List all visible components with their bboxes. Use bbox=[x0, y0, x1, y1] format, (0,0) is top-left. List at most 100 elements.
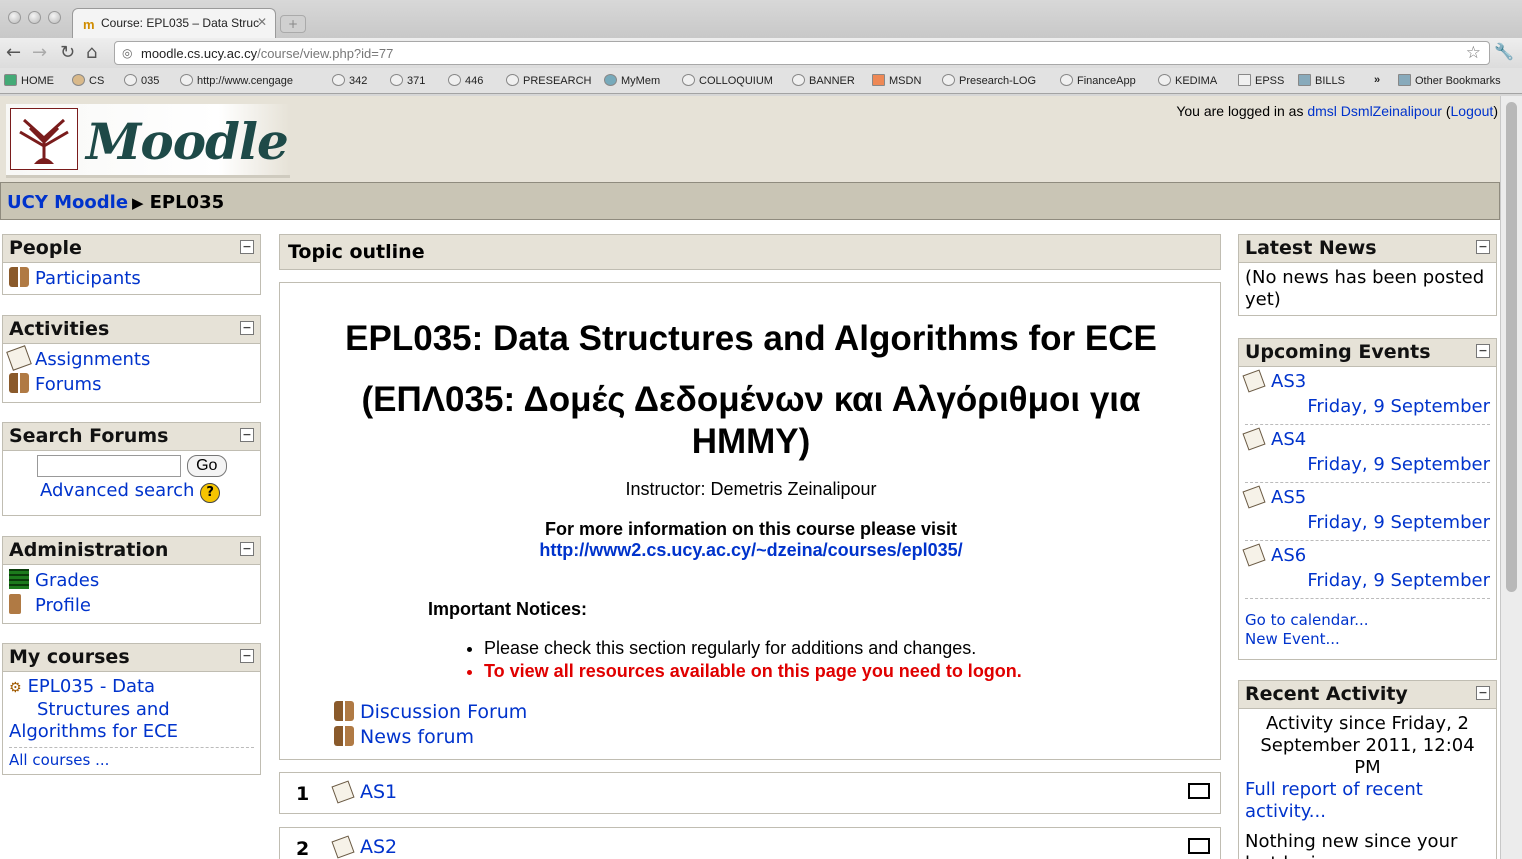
go-button[interactable]: Go bbox=[186, 455, 227, 477]
moodle-logo[interactable]: Moodle bbox=[6, 104, 290, 178]
forum-icon bbox=[334, 701, 354, 721]
event-link[interactable]: AS5 bbox=[1271, 487, 1306, 508]
all-courses-link[interactable]: All courses ... bbox=[9, 751, 109, 769]
forward-icon[interactable]: → bbox=[32, 42, 47, 63]
bookmark-035[interactable]: 035 bbox=[124, 74, 159, 87]
show-only-section-icon[interactable] bbox=[1188, 838, 1210, 854]
assignments-link[interactable]: Assignments bbox=[35, 349, 150, 370]
collapse-icon[interactable]: − bbox=[240, 542, 254, 556]
bookmark-446[interactable]: 446 bbox=[448, 74, 483, 87]
notices-title: Important Notices: bbox=[428, 599, 588, 619]
instructor: Instructor: Demetris Zeinalipour bbox=[625, 479, 877, 499]
collapse-icon[interactable]: − bbox=[240, 240, 254, 254]
event-date-link[interactable]: Friday, 9 September bbox=[1307, 396, 1490, 417]
assignment-icon bbox=[6, 345, 32, 371]
collapse-icon[interactable]: − bbox=[240, 649, 254, 663]
assignment-link[interactable]: AS1 bbox=[360, 781, 397, 803]
search-forums-input[interactable] bbox=[37, 455, 181, 477]
event-link[interactable]: AS3 bbox=[1271, 371, 1306, 392]
bookmark-financeapp[interactable]: FinanceApp bbox=[1060, 74, 1136, 87]
collapse-icon[interactable]: − bbox=[240, 428, 254, 442]
advanced-search-link[interactable]: Advanced search bbox=[40, 480, 194, 501]
course-icon: ⚙ bbox=[9, 680, 22, 696]
collapse-icon[interactable]: − bbox=[1476, 240, 1490, 254]
block-title: Administration bbox=[9, 539, 169, 561]
full-report-link[interactable]: Full report of recent activity... bbox=[1245, 779, 1423, 822]
bookmark-cengage[interactable]: http://www.cengage bbox=[180, 74, 293, 87]
event-date-link[interactable]: Friday, 9 September bbox=[1307, 570, 1490, 591]
home-icon[interactable]: ⌂ bbox=[86, 42, 97, 63]
course-link[interactable]: EPL035 - Data bbox=[28, 676, 156, 697]
collapse-icon[interactable]: − bbox=[1476, 686, 1490, 700]
forum-icon bbox=[334, 726, 354, 746]
wrench-icon[interactable]: 🔧 bbox=[1494, 42, 1514, 61]
section-number: 1 bbox=[296, 783, 310, 805]
breadcrumb-home[interactable]: UCY Moodle bbox=[7, 192, 128, 213]
collapse-icon[interactable]: − bbox=[240, 321, 254, 335]
topic-section: 1 AS1 bbox=[279, 772, 1221, 814]
page-scrollbar[interactable] bbox=[1500, 96, 1522, 859]
assignment-icon bbox=[1242, 369, 1266, 393]
bookmark-presearch-log[interactable]: Presearch-LOG bbox=[942, 74, 1036, 87]
bookmark-colloquium[interactable]: COLLOQUIUM bbox=[682, 74, 773, 87]
bookmark-msdn[interactable]: MSDN bbox=[872, 74, 921, 87]
bookmark-cs[interactable]: CS bbox=[72, 74, 104, 87]
course-title-greek: (ΕΠΛ035: Δομές Δεδομένων και Αλγόριθμοι … bbox=[361, 380, 1141, 461]
bookmark-other[interactable]: Other Bookmarks bbox=[1398, 74, 1501, 87]
help-icon[interactable]: ? bbox=[200, 483, 221, 503]
collapse-icon[interactable]: − bbox=[1476, 344, 1490, 358]
bookmark-star-icon[interactable]: ☆ bbox=[1466, 43, 1481, 63]
close-window-button[interactable] bbox=[8, 11, 21, 24]
forums-link[interactable]: Forums bbox=[35, 374, 101, 395]
assignment-icon bbox=[331, 835, 355, 859]
block-title: People bbox=[9, 237, 82, 259]
forum-icon bbox=[9, 373, 29, 393]
latest-news-block: Latest News − (No news has been posted ye… bbox=[1238, 234, 1497, 316]
tab-bar: m Course: EPL035 – Data Struc ✕ + bbox=[0, 0, 1522, 38]
user-profile-link[interactable]: dmsl DsmlZeinalipour bbox=[1307, 103, 1442, 119]
course-link-line2[interactable]: Structures and bbox=[37, 699, 170, 720]
grades-link[interactable]: Grades bbox=[35, 570, 99, 591]
profile-icon bbox=[9, 594, 21, 614]
news-forum-link[interactable]: News forum bbox=[360, 726, 474, 748]
tree-logo-icon bbox=[10, 108, 78, 170]
back-icon[interactable]: ← bbox=[6, 42, 21, 63]
discussion-forum-link[interactable]: Discussion Forum bbox=[360, 701, 527, 723]
bookmark-371[interactable]: 371 bbox=[390, 74, 425, 87]
reload-icon[interactable]: ↻ bbox=[60, 42, 75, 63]
bookmark-mymem[interactable]: MyMem bbox=[604, 74, 660, 87]
bookmark-presearch[interactable]: PRESEARCH bbox=[506, 74, 591, 87]
event-date-link[interactable]: Friday, 9 September bbox=[1307, 512, 1490, 533]
address-bar[interactable]: ◎ moodle.cs.ucy.ac.cy/course/view.php?id… bbox=[114, 41, 1490, 65]
zoom-window-button[interactable] bbox=[48, 11, 61, 24]
participants-link[interactable]: Participants bbox=[35, 268, 141, 289]
page: Moodle You are logged in as dmsl DsmlZei… bbox=[0, 96, 1522, 859]
event-link[interactable]: AS4 bbox=[1271, 429, 1306, 450]
bookmark-home[interactable]: HOME bbox=[4, 74, 54, 87]
search-forums-block: Search Forums − Go Advanced search ? bbox=[2, 422, 261, 516]
new-tab-button[interactable]: + bbox=[280, 15, 306, 33]
scroll-thumb[interactable] bbox=[1506, 102, 1517, 592]
minimize-window-button[interactable] bbox=[28, 11, 41, 24]
logout-link[interactable]: Logout bbox=[1451, 103, 1494, 119]
event-date-link[interactable]: Friday, 9 September bbox=[1307, 454, 1490, 475]
new-event-link[interactable]: New Event... bbox=[1245, 630, 1340, 648]
bookmark-342[interactable]: 342 bbox=[332, 74, 367, 87]
bookmark-bills[interactable]: BILLS bbox=[1298, 74, 1345, 87]
close-tab-icon[interactable]: ✕ bbox=[257, 15, 267, 29]
course-link-line3[interactable]: Algorithms for ECE bbox=[9, 721, 178, 742]
profile-link[interactable]: Profile bbox=[35, 595, 91, 616]
topic-outline-header: Topic outline bbox=[279, 234, 1221, 270]
course-website-link[interactable]: http://www2.cs.ucy.ac.cy/~dzeina/courses… bbox=[280, 540, 1222, 561]
go-to-calendar-link[interactable]: Go to calendar... bbox=[1245, 611, 1369, 629]
show-only-section-icon[interactable] bbox=[1188, 783, 1210, 799]
bookmarks-overflow[interactable]: » bbox=[1374, 74, 1380, 86]
browser-tab[interactable]: m Course: EPL035 – Data Struc ✕ bbox=[72, 8, 276, 38]
bookmark-kedima[interactable]: KEDIMA bbox=[1158, 74, 1217, 87]
assignment-link[interactable]: AS2 bbox=[360, 836, 397, 858]
event-link[interactable]: AS6 bbox=[1271, 545, 1306, 566]
block-title: Recent Activity bbox=[1245, 683, 1408, 705]
bookmark-banner[interactable]: BANNER bbox=[792, 74, 855, 87]
bookmark-epss[interactable]: EPSS bbox=[1238, 74, 1284, 87]
block-title: Upcoming Events bbox=[1245, 341, 1431, 363]
